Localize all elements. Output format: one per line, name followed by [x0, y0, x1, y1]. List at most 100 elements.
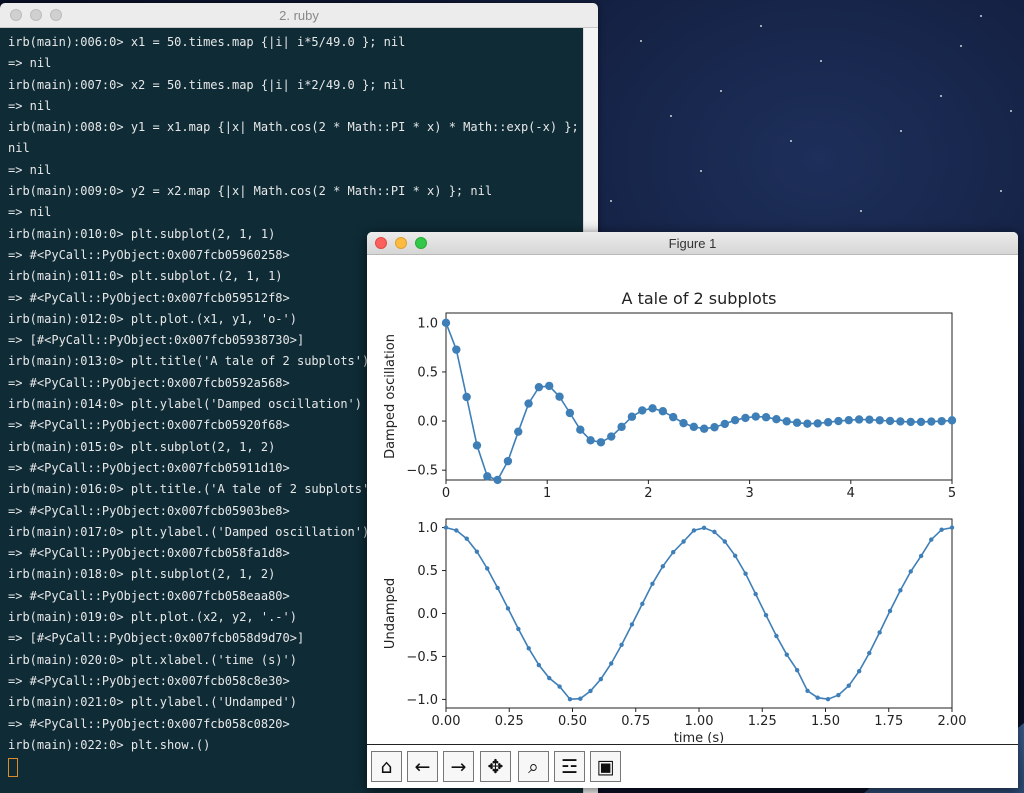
data-point [761, 413, 771, 422]
figure-title: Figure 1 [668, 236, 717, 251]
zoom-magnifier-icon: ⌕ [528, 755, 539, 778]
forward-arrow-button[interactable]: → [443, 751, 474, 782]
terminal-line: => nil [8, 205, 52, 220]
data-point [474, 549, 480, 554]
figure-titlebar[interactable]: Figure 1 [367, 232, 1018, 255]
data-point [514, 427, 523, 436]
data-point [526, 646, 531, 651]
data-point [836, 692, 841, 698]
navigation-toolbar: ⌂ ← → ✥ ⌕ ☲ ▣ [367, 744, 1018, 788]
data-point [774, 633, 779, 639]
data-point [846, 683, 851, 688]
data-point [939, 527, 944, 532]
star [980, 15, 982, 17]
x-axis-label: time (s) [674, 731, 724, 743]
x-tick-label: 1.25 [748, 714, 777, 729]
x-tick-label: 2 [644, 486, 652, 501]
terminal-line: nil [8, 141, 30, 156]
terminal-titlebar[interactable]: 2. ruby [0, 3, 598, 28]
x-tick-label: 3 [745, 486, 753, 501]
data-point [629, 622, 635, 627]
data-point [681, 539, 686, 544]
zoom-magnifier-button[interactable]: ⌕ [518, 751, 549, 782]
star [670, 115, 672, 117]
data-point [524, 399, 533, 408]
star [960, 45, 962, 47]
y-tick-label: 0.0 [417, 415, 438, 430]
y-axis-label: Damped oscillation [383, 334, 398, 459]
plot-canvas[interactable]: 0 1 2 3 4 5 1.0 0.5 0.0 −0.5 Damped oscillation A t… [367, 255, 1018, 746]
y-axis-label: Undamped [383, 578, 398, 649]
data-point [854, 415, 864, 424]
terminal-line: irb(main):007:0> x2 = 50.times.map {|i| … [8, 77, 406, 92]
data-point [782, 417, 791, 426]
data-point [658, 407, 668, 416]
x-tick-label: 2.00 [938, 714, 967, 729]
data-point [751, 412, 760, 421]
data-point [784, 652, 789, 657]
star [720, 90, 722, 92]
data-point [547, 675, 552, 681]
x-tick-label: 0 [442, 486, 450, 501]
axes-frame [445, 312, 953, 481]
terminal-line: irb(main):009:0> y2 = x2.map {|x| Math.c… [8, 184, 493, 199]
data-point [877, 630, 882, 635]
y-tick-label: −1.0 [406, 693, 438, 708]
star [900, 130, 902, 132]
data-point [887, 608, 893, 614]
save-floppy-button[interactable]: ▣ [590, 751, 621, 782]
x-tick-label: 0.50 [558, 714, 587, 729]
data-point [598, 676, 604, 682]
data-point [947, 416, 957, 425]
data-point [825, 696, 831, 702]
data-point [906, 417, 915, 427]
home-icon: ⌂ [380, 755, 393, 778]
star [760, 25, 762, 27]
data-point [763, 613, 769, 618]
data-point [545, 381, 554, 391]
terminal-line: irb(main):008:0> y1 = x1.map {|x| Math.c… [8, 120, 579, 135]
y-tick-label: −0.5 [406, 650, 438, 665]
data-point [670, 549, 676, 555]
terminal-line: => nil [8, 162, 52, 177]
home-button[interactable]: ⌂ [371, 751, 402, 782]
data-point [464, 536, 469, 541]
back-arrow-button[interactable]: ← [407, 751, 438, 782]
data-point [578, 696, 583, 701]
data-point [609, 661, 614, 666]
data-point [607, 432, 616, 441]
data-point [885, 416, 895, 426]
data-point [454, 528, 459, 533]
data-point [710, 423, 719, 432]
data-point [792, 418, 802, 427]
data-point [638, 406, 647, 415]
x-tick-label: 1.75 [874, 714, 903, 729]
terminal-line: => nil [8, 98, 52, 113]
data-point [452, 345, 461, 354]
y-tick-label: 0.5 [417, 365, 438, 380]
pan-move-button[interactable]: ✥ [480, 751, 511, 782]
data-point [794, 668, 800, 673]
subplots-config-button[interactable]: ☲ [554, 751, 585, 782]
star [940, 95, 942, 97]
data-point [679, 418, 688, 428]
data-point [443, 525, 449, 530]
data-point [617, 422, 626, 432]
data-point [772, 414, 781, 424]
data-point [660, 564, 666, 569]
data-point [834, 416, 843, 426]
data-point [732, 553, 738, 558]
data-point [865, 415, 874, 424]
data-point [753, 591, 758, 597]
data-point [823, 418, 833, 427]
data-point [927, 417, 936, 426]
data-point [743, 571, 748, 576]
terminal-line: irb(main):006:0> x1 = 50.times.map {|i| … [8, 35, 406, 49]
star [790, 140, 792, 142]
back-arrow-icon: ← [414, 755, 431, 778]
chart-title: A tale of 2 subplots [622, 289, 777, 308]
star [640, 40, 642, 42]
x-tick-label: 1.50 [811, 714, 840, 729]
data-point [493, 475, 502, 485]
subplots-config-icon: ☲ [560, 755, 579, 778]
